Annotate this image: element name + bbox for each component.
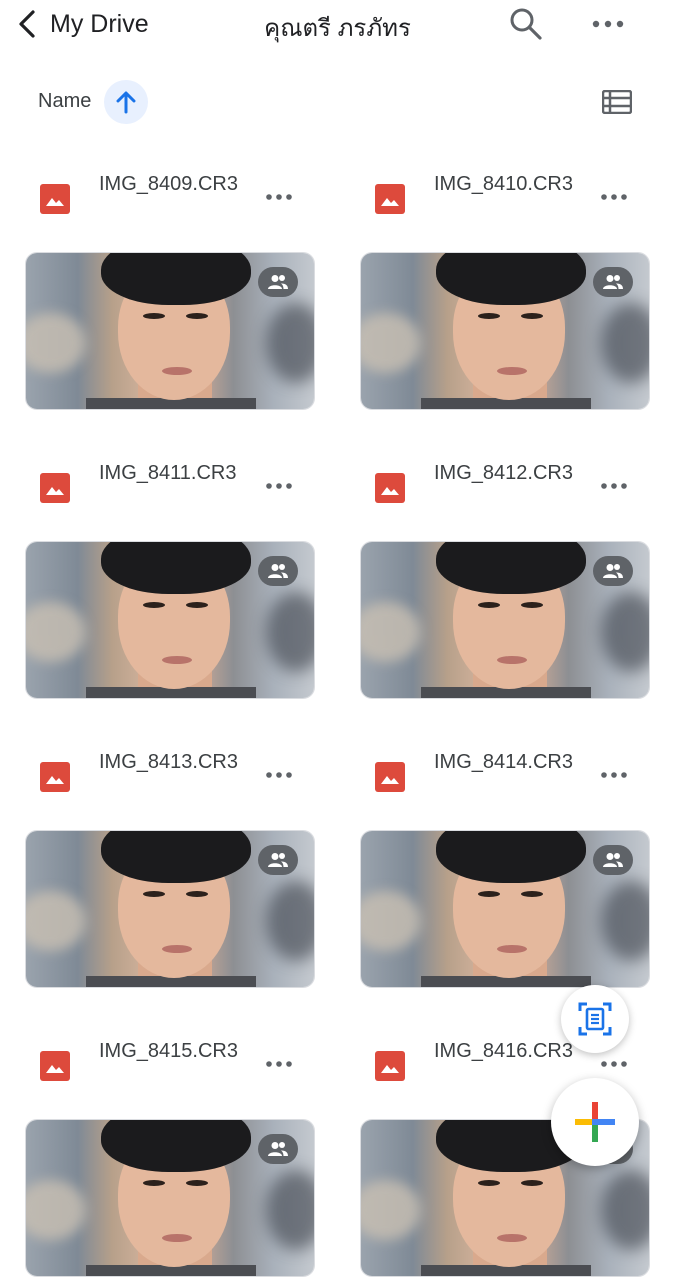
shared-badge [258,556,298,586]
more-horizontal-icon [266,772,292,778]
more-horizontal-icon [266,1061,292,1067]
file-card[interactable]: IMG_8410.CR3 [360,150,650,415]
file-thumbnail[interactable] [25,541,315,699]
image-file-icon [40,473,70,503]
top-app-bar: My Drive คุณตรี ภรภัทร [0,0,674,50]
file-more-button[interactable] [596,1049,632,1079]
back-button[interactable]: My Drive [16,6,149,42]
shared-badge [593,845,633,875]
file-more-button[interactable] [261,471,297,501]
file-more-button[interactable] [261,182,297,212]
file-more-button[interactable] [596,471,632,501]
arrow-up-icon [116,91,136,114]
image-file-icon [375,184,405,214]
file-more-button[interactable] [596,760,632,790]
file-more-button[interactable] [261,760,297,790]
more-options-button[interactable] [588,4,628,44]
shared-people-icon [268,1142,288,1156]
file-name: IMG_8409.CR3 [99,173,238,195]
file-card-header: IMG_8412.CR3 [360,439,650,529]
more-horizontal-icon [266,483,292,489]
image-file-icon [375,762,405,792]
search-button[interactable] [506,4,546,44]
image-file-icon [375,1051,405,1081]
file-name: IMG_8416.CR3 [434,1040,573,1062]
image-file-icon [40,184,70,214]
more-horizontal-icon [601,194,627,200]
shared-badge [258,845,298,875]
file-more-button[interactable] [261,1049,297,1079]
search-icon [510,8,542,40]
shared-people-icon [603,275,623,289]
scan-button[interactable] [561,985,629,1053]
shared-badge [593,267,633,297]
file-name: IMG_8413.CR3 [99,751,238,773]
file-card[interactable]: IMG_8415.CR3 [25,1017,315,1282]
chevron-left-icon [19,10,35,38]
file-name: IMG_8414.CR3 [434,751,573,773]
shared-people-icon [603,853,623,867]
more-horizontal-icon [266,194,292,200]
folder-title: คุณตรี ภรภัทร [264,15,411,42]
sort-direction-button[interactable] [104,80,148,124]
more-horizontal-icon [601,483,627,489]
image-file-icon [375,473,405,503]
file-card[interactable]: IMG_8413.CR3 [25,728,315,993]
file-name: IMG_8412.CR3 [434,462,573,484]
file-thumbnail[interactable] [360,541,650,699]
shared-people-icon [603,564,623,578]
file-card-header: IMG_8415.CR3 [25,1017,315,1107]
document-scan-icon [578,1002,612,1036]
more-horizontal-icon [592,20,624,28]
image-file-icon [40,762,70,792]
shared-people-icon [268,853,288,867]
shared-people-icon [268,275,288,289]
file-thumbnail[interactable] [360,252,650,410]
view-toggle-button[interactable] [598,84,636,120]
file-thumbnail[interactable] [25,830,315,988]
shared-people-icon [268,564,288,578]
file-card[interactable]: IMG_8414.CR3 [360,728,650,993]
more-horizontal-icon [601,1061,627,1067]
file-thumbnail[interactable] [25,1119,315,1277]
new-item-button[interactable] [551,1078,639,1166]
file-card[interactable]: IMG_8412.CR3 [360,439,650,704]
file-more-button[interactable] [596,182,632,212]
file-card-header: IMG_8413.CR3 [25,728,315,818]
shared-badge [593,556,633,586]
file-card-header: IMG_8409.CR3 [25,150,315,240]
sort-label[interactable]: Name [38,90,91,113]
shared-badge [258,267,298,297]
back-label: My Drive [50,9,149,38]
file-name: IMG_8411.CR3 [99,462,237,484]
file-thumbnail[interactable] [360,830,650,988]
more-horizontal-icon [601,772,627,778]
file-card-header: IMG_8410.CR3 [360,150,650,240]
plus-multicolor-icon [575,1102,615,1142]
shared-badge [258,1134,298,1164]
sort-bar: Name [0,78,674,126]
file-thumbnail[interactable] [25,252,315,410]
file-card[interactable]: IMG_8411.CR3 [25,439,315,704]
file-card-header: IMG_8414.CR3 [360,728,650,818]
image-file-icon [40,1051,70,1081]
file-card[interactable]: IMG_8409.CR3 [25,150,315,415]
file-name: IMG_8410.CR3 [434,173,573,195]
file-name: IMG_8415.CR3 [99,1040,238,1062]
list-view-icon [602,90,632,114]
file-card-header: IMG_8411.CR3 [25,439,315,529]
